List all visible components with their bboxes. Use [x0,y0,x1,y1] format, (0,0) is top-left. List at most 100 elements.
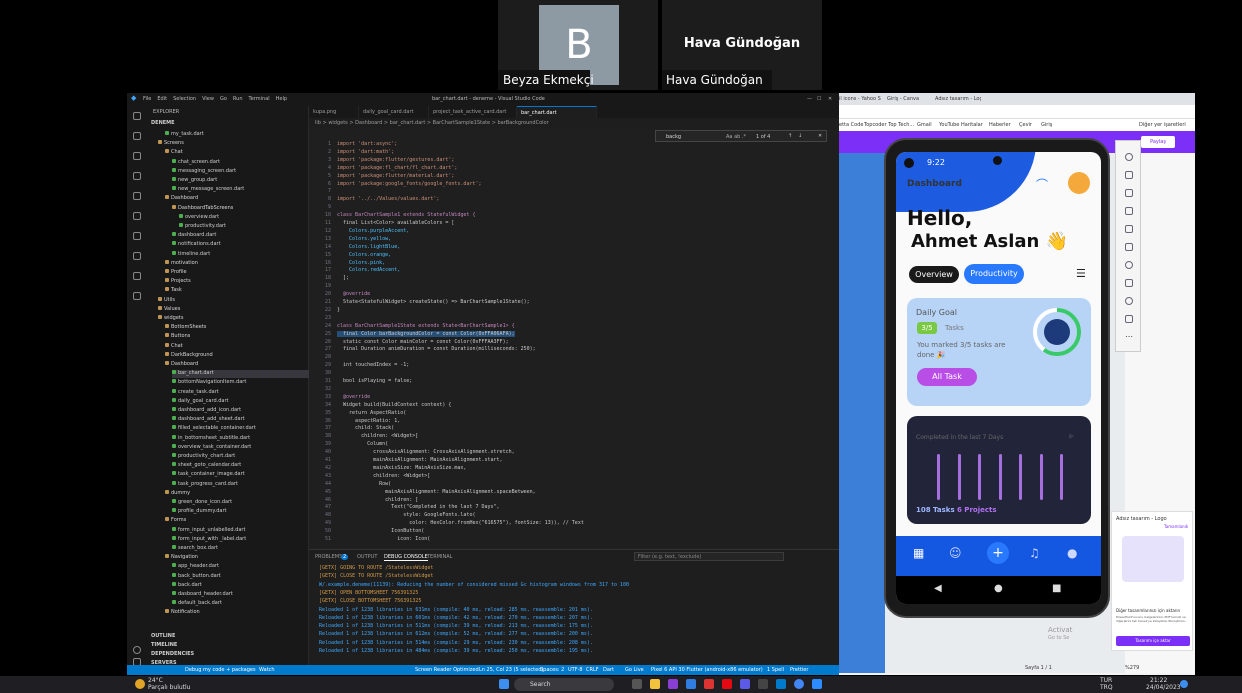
folder-item[interactable]: dummy [165,489,190,498]
dashboard-nav-icon[interactable]: ▦ [913,546,924,560]
start-icon[interactable] [499,679,509,689]
status-position[interactable]: Ln 25, Col 23 (5 selected) [479,667,543,673]
file-item[interactable]: dashboard_add_icon.dart [172,407,241,415]
folder-item[interactable]: motivation [165,259,198,268]
tab-overview[interactable]: Overview [909,266,959,283]
input-language[interactable]: TUR [1100,677,1112,684]
browser-tab[interactable]: il icons - Yahoo S [839,96,885,102]
status-go-live[interactable]: Go Live [625,667,644,673]
file-item[interactable]: bottomNavigationItem.dart [172,379,246,387]
close-icon[interactable]: ✕ [828,96,832,102]
minimize-icon[interactable]: — [807,96,812,102]
overview-icon[interactable] [1125,315,1133,323]
file-item[interactable]: filled_selectable_container.dart [172,425,256,433]
folder-item[interactable]: DashboardTabScreens [172,204,233,213]
close-find-icon[interactable]: ✕ [818,133,822,139]
extensions-icon[interactable] [133,192,141,200]
status-eol[interactable]: CRLF [586,667,599,673]
menu-item-run[interactable]: Run [233,96,243,102]
rotate-right-icon[interactable] [1125,225,1133,233]
back-icon[interactable] [1125,279,1133,287]
address-bar[interactable] [839,105,1195,119]
folder-item[interactable]: BottomSheets [165,324,206,332]
clock-date[interactable]: 24/04/2023 [1146,684,1181,691]
zoom-icon[interactable] [812,679,822,689]
panel-tab-problems[interactable]: PROBLEMS [315,554,342,560]
browser-tab[interactable]: Adsız tasarım - Logo [935,96,981,102]
vscode-taskbar-icon[interactable] [776,679,786,689]
edge-icon[interactable] [686,679,696,689]
menu-item-selection[interactable]: Selection [173,96,196,102]
file-item[interactable]: task_container_image.dart [172,471,245,479]
menu-bar[interactable]: File Edit Selection View Go Run Terminal Help [143,96,293,102]
panel-tab-debug-console[interactable]: DEBUG CONSOLE [384,554,428,561]
file-item[interactable]: task_progress_card.dart [172,480,238,489]
sidebar-section-timeline[interactable]: TIMELINE [151,642,177,650]
status-sro[interactable]: Screen Reader Optimized [415,667,479,673]
folder-item[interactable]: Notification [165,609,200,617]
more-icon[interactable]: ⋯ [1125,333,1133,343]
file-item[interactable]: back_button.dart [172,572,221,581]
run-debug-icon[interactable] [133,172,141,180]
bookmark-item[interactable]: Çevir [1019,122,1032,128]
sidebar-section-outline[interactable]: OUTLINE [151,633,175,641]
folder-item[interactable]: Navigation [165,554,198,562]
source-control-icon[interactable] [133,152,141,160]
folder-item[interactable]: Profile [165,269,187,277]
sidebar-section-dependencies[interactable]: DEPENDENCIES [151,651,194,659]
file-item[interactable]: form_input_unlabelled.dart [172,526,245,535]
volume-up-icon[interactable] [1125,171,1133,179]
android-home-icon[interactable]: ● [994,583,1003,594]
file-item[interactable]: productivity.dart [179,223,226,231]
bookmark-item[interactable]: Gmail [917,122,932,128]
breadcrumb[interactable]: lib > widgets > Dashboard > bar_chart.da… [309,118,839,128]
bookmark-item[interactable]: YouTube [939,122,959,128]
file-item[interactable]: sheet_goto_calendar.dart [172,462,241,470]
menu-item-file[interactable]: File [143,96,151,102]
zoom-level[interactable]: %279 [1125,665,1139,671]
status-watch[interactable]: Watch [259,667,275,673]
file-item[interactable]: new_group.dart [172,177,217,185]
editor-tab[interactable]: daily_goal_card.dart [359,106,429,118]
console-filter-input[interactable]: Filter (e.g. text, !exclude) [634,552,784,561]
folder-item[interactable]: Chat [165,342,183,351]
all-task-button[interactable]: All Task [917,368,977,386]
tab-productivity[interactable]: Productivity [964,264,1024,284]
folder-item[interactable]: Buttons [165,333,190,341]
menu-item-view[interactable]: View [202,96,214,102]
chat-nav-icon[interactable]: ☺ [949,546,962,560]
status-device[interactable]: Pixel 6 API 30 Flutter (android-x86 emul… [651,667,763,673]
panel-tab-output[interactable]: OUTPUT [357,554,377,560]
file-item[interactable]: app_header.dart [172,563,219,571]
folder-item[interactable]: Dashboard [165,361,198,369]
live-share-icon[interactable] [133,292,141,300]
app2-icon[interactable] [758,679,768,689]
file-item[interactable]: in_bottomsheet_subtitle.dart [172,434,250,443]
status-encoding[interactable]: UTF-8 [568,667,583,673]
file-item[interactable]: messaging_screen.dart [172,167,236,176]
editor-tab[interactable]: project_task_active_card.dart [429,106,517,118]
file-item[interactable]: overview_task_container.dart [172,443,251,452]
status-debug[interactable]: Debug my code + packages [185,667,256,673]
share-button[interactable]: Paylaş [1141,136,1175,148]
folder-item[interactable]: Dashboard [165,195,198,203]
android-back-icon[interactable]: ◀ [934,583,942,594]
file-item[interactable]: dashboard_add_sheet.dart [172,416,245,424]
home-icon[interactable] [1125,297,1133,305]
app-icon[interactable] [704,679,714,689]
file-item[interactable]: my_task.dart [165,131,204,139]
status-spaces[interactable]: Spaces: 2 [540,667,564,673]
teams-icon[interactable] [740,679,750,689]
netflix-icon[interactable] [722,679,732,689]
folder-item[interactable]: Utils [158,296,175,305]
folder-item[interactable]: widgets [158,315,183,323]
menu-item-terminal[interactable]: Terminal [249,96,270,102]
file-item[interactable]: dashboard.dart [172,232,216,240]
chrome-icon[interactable] [794,679,804,689]
import-design-button[interactable]: Tasarımı içe aktar [1116,636,1190,646]
file-item[interactable]: search_box.dart [172,545,218,553]
code-editor[interactable]: 1 import 'dart:async'; 2 import 'dart:math'… [309,129,839,549]
find-input[interactable]: backg [666,134,681,140]
folder-item[interactable]: Projects [165,278,191,286]
flutter-icon[interactable] [133,252,141,260]
